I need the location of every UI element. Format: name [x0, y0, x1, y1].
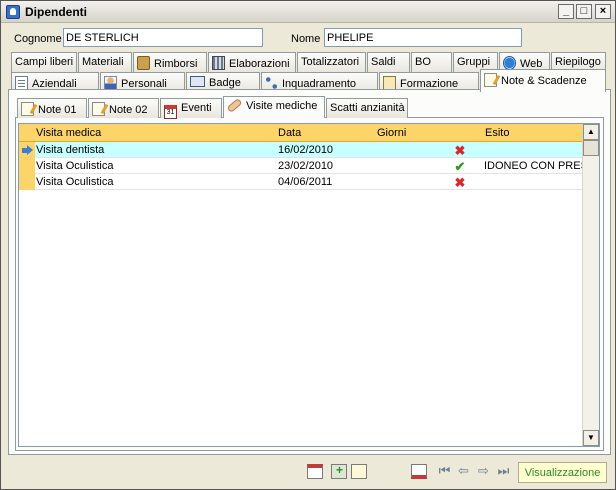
last-record-icon[interactable]: ⏭ — [495, 464, 512, 479]
subtab-note-01[interactable]: Note 01 — [17, 98, 87, 118]
tab-label: Campi liberi — [15, 56, 74, 68]
cell-visita: Visita Oculistica — [36, 160, 114, 172]
current-row-arrow-icon — [22, 145, 33, 155]
tab-materiali[interactable]: Materiali — [78, 52, 132, 72]
subtab-note-02[interactable]: Note 02 — [88, 98, 159, 118]
note-icon — [21, 102, 34, 116]
calendar-icon: 31 — [164, 105, 177, 119]
window-title: Dipendenti — [25, 5, 87, 19]
column-header-visita[interactable]: Visita medica — [36, 127, 101, 139]
passed-check-icon: ✔ — [454, 159, 466, 174]
nome-label: Nome — [291, 33, 321, 45]
table-row[interactable]: Visita Oculistica 23/02/2010 ✔ IDONEO CO… — [35, 158, 582, 174]
cell-esito: IDONEO CON PRESCRIZIONI — [484, 160, 582, 172]
cell-visita: Visita dentista — [36, 144, 105, 156]
document-icon — [15, 76, 28, 90]
edit-record-icon[interactable] — [351, 464, 367, 479]
tab-elaborazioni[interactable]: Elaborazioni — [208, 52, 296, 72]
tab-label: Saldi — [371, 56, 396, 68]
subtab-label: Eventi — [181, 102, 212, 114]
row-indicator-column — [19, 142, 35, 190]
cognome-label: Cognome — [14, 33, 62, 45]
web-icon — [503, 56, 516, 70]
bandage-icon — [226, 97, 243, 114]
subtab-label: Scatti anzianità — [330, 102, 405, 114]
cell-visita: Visita Oculistica — [36, 176, 114, 188]
tab-label: BO — [415, 56, 431, 68]
column-header-giorni[interactable]: Giorni — [377, 127, 406, 139]
grid-vertical-scrollbar[interactable]: ▲ ▼ — [582, 124, 599, 446]
subtab-scatti-anzianita[interactable]: Scatti anzianità — [326, 98, 408, 118]
scroll-down-button[interactable]: ▼ — [583, 430, 599, 446]
not-passed-x-icon: ✖ — [454, 175, 466, 190]
tab-campi-liberi[interactable]: Campi liberi — [11, 52, 77, 72]
dipendenti-window: Dipendenti _ □ × Cognome Nome Campi libe… — [0, 0, 616, 490]
subtab-label: Visite mediche — [246, 100, 318, 112]
hierarchy-icon — [265, 76, 278, 90]
cell-data: 04/06/2011 — [278, 176, 333, 188]
app-icon — [6, 5, 20, 19]
maximize-button[interactable]: □ — [576, 4, 592, 19]
coins-icon — [137, 56, 150, 70]
column-header-data[interactable]: Data — [278, 127, 301, 139]
tab-saldi[interactable]: Saldi — [367, 52, 410, 72]
tab-label: Rimborsi — [154, 58, 198, 70]
grid-header: Visita medica Data Giorni Esito — [19, 124, 582, 142]
column-header-esito[interactable]: Esito — [485, 127, 509, 139]
table-row[interactable]: Visita Oculistica 04/06/2011 ✖ — [35, 174, 582, 190]
close-button[interactable]: × — [595, 4, 611, 19]
subtab-visite-mediche[interactable]: Visite mediche — [223, 96, 325, 118]
subtab-label: Note 02 — [109, 104, 148, 116]
first-record-icon[interactable]: ⏮ — [436, 464, 453, 479]
tab-label: Riepilogo — [555, 56, 601, 68]
scroll-up-button[interactable]: ▲ — [583, 124, 599, 140]
nome-input[interactable] — [324, 28, 522, 47]
calendar-button-icon[interactable] — [307, 464, 323, 479]
scroll-thumb[interactable] — [583, 140, 599, 156]
cognome-input[interactable] — [63, 28, 263, 47]
person-icon — [104, 76, 117, 90]
next-record-icon[interactable]: ⇨ — [475, 464, 492, 479]
calculator-icon — [212, 56, 225, 70]
mode-status-badge: Visualizzazione — [518, 462, 607, 483]
subtab-label: Note 01 — [38, 104, 77, 116]
tab-label: Materiali — [82, 56, 124, 68]
badge-icon — [190, 76, 205, 87]
cell-data: 23/02/2010 — [278, 160, 334, 172]
visite-grid[interactable]: Visita medica Data Giorni Esito Visita d… — [18, 123, 600, 447]
add-record-icon[interactable] — [331, 463, 347, 479]
delete-record-icon[interactable] — [411, 464, 427, 479]
tab-note-scadenze[interactable]: Note & Scadenze — [480, 69, 606, 92]
title-bar[interactable]: Dipendenti _ □ × — [1, 1, 615, 23]
tab-label: Totalizzatori — [301, 56, 360, 68]
not-passed-x-icon: ✖ — [454, 143, 466, 158]
previous-record-icon[interactable]: ⇦ — [455, 464, 472, 479]
tab-label: Badge — [209, 77, 241, 89]
tab-label: Gruppi — [457, 56, 491, 68]
tab-label: Elaborazioni — [229, 58, 290, 70]
tab-rimborsi[interactable]: Rimborsi — [133, 52, 207, 72]
table-row[interactable]: Visita dentista 16/02/2010 ✖ — [35, 142, 582, 158]
minimize-button[interactable]: _ — [558, 4, 574, 19]
subtab-eventi[interactable]: 31 Eventi — [160, 98, 222, 119]
note-icon — [92, 102, 105, 116]
tab-label: Note & Scadenze — [501, 75, 587, 87]
tab-bo[interactable]: BO — [411, 52, 452, 72]
cell-data: 16/02/2010 — [278, 144, 334, 156]
form-icon — [383, 76, 396, 90]
note-icon — [484, 73, 497, 87]
tab-totalizzatori[interactable]: Totalizzatori — [297, 52, 366, 72]
